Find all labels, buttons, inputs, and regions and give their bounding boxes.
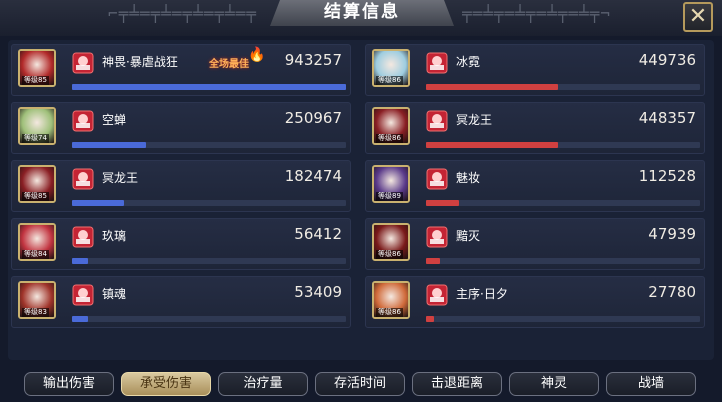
player-card: 等级86 冰霓 449736 xyxy=(365,44,705,96)
hero-level: 等级84 xyxy=(22,250,49,259)
rank-badge-icon xyxy=(72,168,94,190)
header-bar: ⌐╤╧═╤╧═╤╧═╤╧═╤ ╤═╧╤═╧╤═╧╤═╧╤¬ 结算信息 ✕ xyxy=(0,0,722,36)
close-button[interactable]: ✕ xyxy=(683,2,713,32)
stat-bar-track xyxy=(426,316,700,322)
hero-portrait[interactable]: 等级86 xyxy=(372,107,410,145)
player-card: 等级89 魅妆 112528 xyxy=(365,160,705,212)
hero-level: 等级83 xyxy=(22,308,49,317)
hero-level: 等级86 xyxy=(376,76,403,85)
stat-value: 448357 xyxy=(638,109,696,127)
rank-badge-icon xyxy=(72,284,94,306)
stat-bar-fill xyxy=(426,142,558,148)
stat-bar-fill xyxy=(426,200,459,206)
hero-level: 等级86 xyxy=(376,250,403,259)
stat-bar-fill xyxy=(426,84,558,90)
tab-1[interactable]: 输出伤害 xyxy=(24,372,114,396)
stat-bar-fill xyxy=(72,258,88,264)
player-card: 等级83 镇魂 53409 xyxy=(11,276,351,328)
player-name: 黯灭 xyxy=(456,229,481,243)
hero-level: 等级86 xyxy=(376,134,403,143)
player-card: 等级74 空蝉 250967 xyxy=(11,102,351,154)
player-card: 等级85 冥龙王 182474 xyxy=(11,160,351,212)
stat-bar-track xyxy=(426,84,700,90)
stat-value: 56412 xyxy=(294,225,342,243)
stat-value: 53409 xyxy=(294,283,342,301)
player-name: 镇魂 xyxy=(102,287,127,301)
stat-bar-fill xyxy=(72,200,124,206)
hero-portrait[interactable]: 等级89 xyxy=(372,165,410,203)
stat-value: 47939 xyxy=(648,225,696,243)
tab-2[interactable]: 承受伤害 xyxy=(121,372,211,396)
stat-value: 943257 xyxy=(284,51,342,69)
rank-badge-icon xyxy=(72,226,94,248)
rank-badge-icon xyxy=(426,168,448,190)
hero-portrait[interactable]: 等级84 xyxy=(18,223,56,261)
stat-bar-fill xyxy=(426,258,440,264)
hero-level: 等级85 xyxy=(22,76,49,85)
stat-bar-track xyxy=(426,258,700,264)
header-ornament-right: ╤═╧╤═╧╤═╧╤═╧╤¬ xyxy=(462,4,611,23)
hero-level: 等级86 xyxy=(376,308,403,317)
stat-bar-track xyxy=(426,142,700,148)
rank-badge-icon xyxy=(426,110,448,132)
stat-value: 112528 xyxy=(638,167,696,185)
tab-4[interactable]: 存活时间 xyxy=(315,372,405,396)
player-name: 冥龙王 xyxy=(102,171,139,185)
header-ornament-left: ⌐╤╧═╤╧═╤╧═╤╧═╤ xyxy=(108,4,257,23)
hero-level: 等级89 xyxy=(376,192,403,201)
player-card: 等级86 冥龙王 448357 xyxy=(365,102,705,154)
stat-bar-track xyxy=(426,200,700,206)
stat-value: 250967 xyxy=(284,109,342,127)
hero-portrait[interactable]: 等级86 xyxy=(372,281,410,319)
player-card: 等级85 神畏·暴虐战狂 全场最佳 🔥 943257 xyxy=(11,44,351,96)
mvp-badge: 全场最佳 xyxy=(209,59,249,70)
hero-portrait[interactable]: 等级86 xyxy=(372,223,410,261)
stat-bar-track xyxy=(72,142,346,148)
player-card: 等级86 主序·日夕 27780 xyxy=(365,276,705,328)
stat-bar-fill xyxy=(72,142,146,148)
close-icon: ✕ xyxy=(688,4,708,29)
stat-bar-fill xyxy=(72,84,346,90)
page-title: 结算信息 xyxy=(324,2,400,22)
player-name: 玖璃 xyxy=(102,229,127,243)
player-name: 冥龙王 xyxy=(456,113,493,127)
player-name: 主序·日夕 xyxy=(456,287,508,301)
player-card: 等级84 玖璃 56412 xyxy=(11,218,351,270)
player-card: 等级86 黯灭 47939 xyxy=(365,218,705,270)
tab-6[interactable]: 神灵 xyxy=(509,372,599,396)
rank-badge-icon xyxy=(426,52,448,74)
hero-portrait[interactable]: 等级86 xyxy=(372,49,410,87)
hero-level: 等级85 xyxy=(22,192,49,201)
stat-bar-track xyxy=(72,258,346,264)
player-name: 冰霓 xyxy=(456,55,481,69)
tab-7[interactable]: 战墙 xyxy=(606,372,696,396)
stat-value: 182474 xyxy=(284,167,342,185)
flame-icon: 🔥 xyxy=(248,47,266,63)
hero-portrait[interactable]: 等级74 xyxy=(18,107,56,145)
rank-badge-icon xyxy=(426,284,448,306)
stat-bar-track xyxy=(72,200,346,206)
stat-bar-track xyxy=(72,316,346,322)
hero-portrait[interactable]: 等级83 xyxy=(18,281,56,319)
rank-badge-icon xyxy=(426,226,448,248)
player-name: 空蝉 xyxy=(102,113,127,127)
player-name: 魅妆 xyxy=(456,171,481,185)
rank-badge-icon xyxy=(72,110,94,132)
tab-5[interactable]: 击退距离 xyxy=(412,372,502,396)
rank-badge-icon xyxy=(72,52,94,74)
hero-portrait[interactable]: 等级85 xyxy=(18,49,56,87)
results-panel: 等级85 神畏·暴虐战狂 全场最佳 🔥 943257 等级74 空蝉 250967 等级85 冥龙… xyxy=(8,40,714,360)
stat-bar-fill xyxy=(72,316,88,322)
stat-value: 27780 xyxy=(648,283,696,301)
hero-level: 等级74 xyxy=(22,134,49,143)
hero-portrait[interactable]: 等级85 xyxy=(18,165,56,203)
player-name: 神畏·暴虐战狂 xyxy=(102,55,178,69)
stat-value: 449736 xyxy=(638,51,696,69)
stat-bar-track xyxy=(72,84,346,90)
tab-3[interactable]: 治疗量 xyxy=(218,372,308,396)
stat-bar-fill xyxy=(426,316,434,322)
